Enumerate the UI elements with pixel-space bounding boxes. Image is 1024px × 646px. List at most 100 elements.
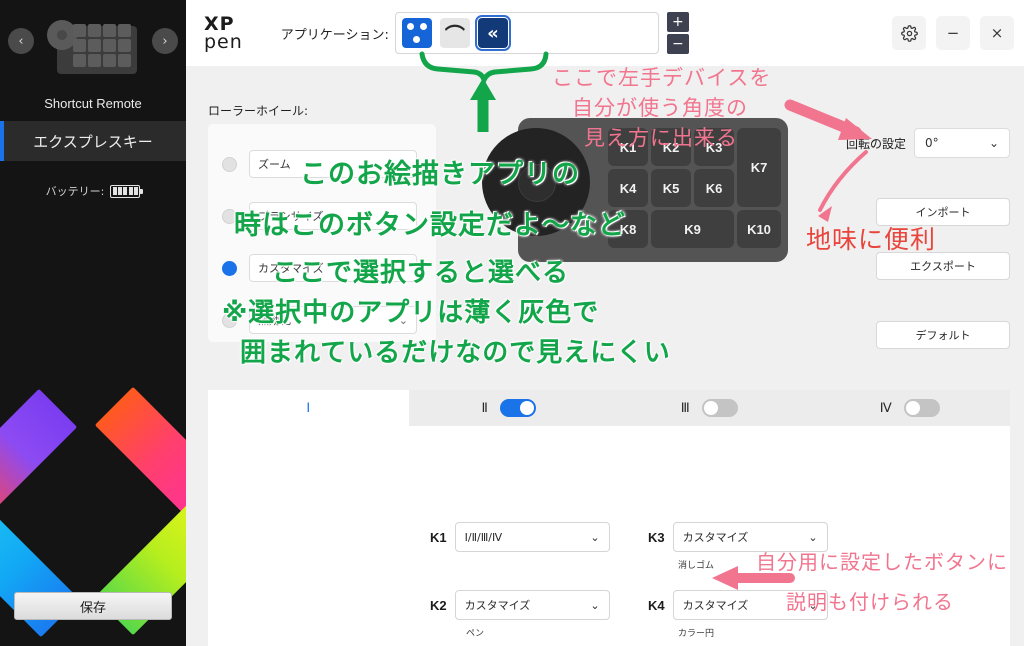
keybinding-k1: K1 Ⅰ/Ⅱ/Ⅲ/Ⅳ ⌄ <box>430 522 610 552</box>
device-key-k1[interactable]: K1 <box>608 128 648 166</box>
tab-i-label: Ⅰ <box>306 400 311 415</box>
rotation-label: 回転の設定 <box>845 136 906 151</box>
app-window: ‹ › Shortcut Remote エクスプレスキー バッテリー: 保存 X… <box>0 0 1024 646</box>
keybinding-k2-value: カスタマイズ <box>464 599 531 612</box>
app-icon-dice[interactable] <box>401 18 432 48</box>
radio-icon[interactable] <box>222 312 237 328</box>
sidebar-item-express-keys[interactable]: エクスプレスキー <box>0 121 186 161</box>
tab-iii-toggle[interactable] <box>701 399 738 417</box>
device-selector: ‹ › <box>0 0 186 100</box>
sidebar: ‹ › Shortcut Remote エクスプレスキー バッテリー: 保存 <box>0 0 186 646</box>
keybinding-k1-value: Ⅰ/Ⅱ/Ⅲ/Ⅳ <box>464 530 503 544</box>
close-button[interactable]: × <box>980 16 1014 50</box>
radio-icon[interactable] <box>222 208 237 224</box>
tab-ii[interactable]: Ⅱ <box>409 390 610 426</box>
gear-icon[interactable] <box>892 16 926 50</box>
add-application-button[interactable]: + <box>666 12 689 32</box>
keybinding-k4-sub: カラー円 <box>678 629 715 639</box>
remove-application-button[interactable]: − <box>666 34 689 54</box>
roller-option-zoom-label: ズーム <box>258 158 291 171</box>
keybinding-k4-select[interactable]: カスタマイズ ⌄ <box>672 590 828 620</box>
minimize-button[interactable]: − <box>936 16 970 50</box>
roller-option-brushsize-label: ブラシサイズ <box>258 210 324 223</box>
chevron-down-icon[interactable]: ⌄ <box>590 599 599 612</box>
rotation-select[interactable]: 0° ⌄ <box>914 128 1010 158</box>
app-icon-chevrons-glyph: « <box>487 22 499 44</box>
device-key-k5[interactable]: K5 <box>651 169 691 207</box>
rotation-setting: 回転の設定 0° ⌄ <box>846 128 1010 158</box>
device-key-k10[interactable]: K10 <box>737 210 781 248</box>
roller-wheel-dial <box>482 128 590 236</box>
battery-icon <box>110 184 144 198</box>
tab-ii-toggle[interactable] <box>499 399 536 417</box>
keybinding-k3-label: K3 <box>648 529 665 545</box>
tab-iii[interactable]: Ⅲ <box>609 390 810 426</box>
keybinding-k2: K2 カスタマイズ ⌄ <box>430 590 610 620</box>
keybinding-k2-select[interactable]: カスタマイズ ⌄ <box>454 590 610 620</box>
tab-pane-i: K1 Ⅰ/Ⅱ/Ⅲ/Ⅳ ⌄ K2 カスタマイズ ⌄ ペン K3 カスタマイズ ⌄ … <box>208 426 1010 646</box>
tab-iv-toggle[interactable] <box>903 399 940 417</box>
device-key-k8[interactable]: K8 <box>608 210 648 248</box>
logo-bar-pink <box>94 386 186 532</box>
window-controls: − × <box>892 16 1014 50</box>
device-key-grid <box>73 24 131 67</box>
roller-option-zoom-value[interactable]: ズーム <box>249 150 417 178</box>
content-area: ローラーホイール: ズーム ブラシサイズ カスタマイズ ⌄ 無効化 ⌄ K1 K… <box>186 66 1024 646</box>
keybinding-k2-sub: ペン <box>466 629 485 639</box>
roller-option-custom-label: カスタマイズ <box>258 262 324 275</box>
keybinding-k1-label: K1 <box>430 529 447 545</box>
device-key-k2[interactable]: K2 <box>651 128 691 166</box>
roller-option-brushsize-value[interactable]: ブラシサイズ <box>249 202 417 230</box>
keybinding-k1-select[interactable]: Ⅰ/Ⅱ/Ⅲ/Ⅳ ⌄ <box>454 522 610 552</box>
keybinding-k4: K4 カスタマイズ ⌄ <box>648 590 828 620</box>
chevron-right-icon[interactable]: › <box>152 28 178 54</box>
device-key-k9[interactable]: K9 <box>651 210 734 248</box>
tab-i[interactable]: Ⅰ <box>208 390 409 426</box>
keybinding-k3: K3 カスタマイズ ⌄ <box>648 522 828 552</box>
roller-option-disabled-value[interactable]: 無効化 ⌄ <box>249 306 417 334</box>
roller-option-custom[interactable]: カスタマイズ ⌄ <box>222 254 417 282</box>
tab-strip: Ⅰ Ⅱ Ⅲ Ⅳ <box>208 390 1010 426</box>
keybinding-k3-value: カスタマイズ <box>682 531 749 544</box>
chevron-down-icon[interactable]: ⌄ <box>590 531 599 544</box>
chevron-down-icon[interactable]: ⌄ <box>808 531 817 544</box>
save-button[interactable]: 保存 <box>14 592 172 620</box>
sidebar-item-label: エクスプレスキー <box>33 132 153 151</box>
chevron-down-icon[interactable]: ⌄ <box>989 136 999 150</box>
device-key-k6[interactable]: K6 <box>694 169 734 207</box>
battery-status: バッテリー: <box>0 183 186 199</box>
keybinding-k3-select[interactable]: カスタマイズ ⌄ <box>672 522 828 552</box>
device-key-k4[interactable]: K4 <box>608 169 648 207</box>
application-list[interactable]: ⌒ « <box>394 12 659 54</box>
device-thumbnail <box>45 20 141 82</box>
tab-iv[interactable]: Ⅳ <box>810 390 1011 426</box>
roller-wheel-options: ズーム ブラシサイズ カスタマイズ ⌄ 無効化 ⌄ <box>208 124 436 342</box>
radio-icon[interactable] <box>222 156 237 172</box>
app-icon-clipstudio[interactable]: ⌒ <box>439 18 470 48</box>
device-key-k3[interactable]: K3 <box>694 128 734 166</box>
radio-icon-selected[interactable] <box>222 260 237 276</box>
chevron-down-icon[interactable]: ⌄ <box>399 262 408 275</box>
roller-option-brushsize[interactable]: ブラシサイズ <box>222 202 417 230</box>
tab-iv-label: Ⅳ <box>879 400 892 415</box>
device-illustration: K1 K2 K3 K7 K4 K5 K6 K8 K9 K10 <box>482 112 788 262</box>
import-button[interactable]: インポート <box>876 198 1010 226</box>
roller-option-disabled-label: 無効化 <box>258 314 291 327</box>
keybinding-k4-value: カスタマイズ <box>682 599 749 612</box>
device-key-k7[interactable]: K7 <box>737 128 781 207</box>
roller-option-zoom[interactable]: ズーム <box>222 150 417 178</box>
export-button[interactable]: エクスポート <box>876 252 1010 280</box>
chevron-down-icon[interactable]: ⌄ <box>808 599 817 612</box>
app-icon-clipstudio-glyph: ⌒ <box>444 22 465 47</box>
logo-bar-purple <box>0 388 78 534</box>
keybinding-k3-sub: 消しゴム <box>678 561 715 571</box>
default-button[interactable]: デフォルト <box>876 321 1010 349</box>
chevron-left-icon[interactable]: ‹ <box>8 28 34 54</box>
battery-label: バッテリー: <box>45 185 105 198</box>
rotation-value: 0° <box>925 136 939 150</box>
roller-option-custom-value[interactable]: カスタマイズ ⌄ <box>249 254 417 282</box>
chevron-down-icon[interactable]: ⌄ <box>399 314 408 327</box>
roller-option-disabled[interactable]: 無効化 ⌄ <box>222 306 417 334</box>
roller-wheel-label: ローラーホイール: <box>208 104 309 118</box>
app-icon-chevrons[interactable]: « <box>474 15 511 51</box>
